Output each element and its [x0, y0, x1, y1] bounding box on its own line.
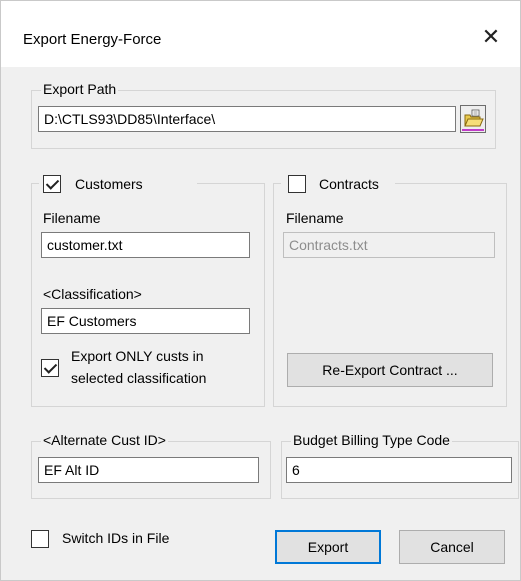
export-path-label: Export Path [41, 81, 119, 97]
contracts-label[interactable]: Contracts [319, 176, 379, 192]
alternate-cust-id-input[interactable]: EF Alt ID [38, 457, 259, 483]
customers-filename-label: Filename [43, 210, 101, 226]
budget-billing-label: Budget Billing Type Code [291, 432, 452, 448]
classification-input[interactable]: EF Customers [41, 308, 250, 334]
customers-checkbox[interactable] [43, 175, 61, 193]
budget-billing-input[interactable]: 6 [286, 457, 512, 483]
export-path-input[interactable]: D:\CTLS93\DD85\Interface\ [38, 106, 456, 132]
classification-label: <Classification> [43, 286, 142, 302]
switch-ids-checkbox[interactable] [31, 530, 49, 548]
alternate-cust-id-label: <Alternate Cust ID> [41, 432, 168, 448]
dialog-title: Export Energy-Force [23, 31, 162, 48]
export-only-label-line2[interactable]: selected classification [71, 370, 206, 386]
contracts-filename-input: Contracts.txt [283, 232, 495, 258]
export-only-label-line1[interactable]: Export ONLY custs in [71, 348, 204, 364]
customers-label[interactable]: Customers [75, 176, 143, 192]
cancel-button[interactable]: Cancel [399, 530, 505, 564]
customers-filename-input[interactable]: customer.txt [41, 232, 250, 258]
switch-ids-label[interactable]: Switch IDs in File [62, 530, 169, 546]
contracts-filename-label: Filename [286, 210, 344, 226]
export-only-checkbox[interactable] [41, 359, 59, 377]
title-bar: Export Energy-Force ✕ [1, 1, 520, 67]
close-icon[interactable]: ✕ [476, 25, 506, 51]
folder-open-icon[interactable] [460, 105, 486, 133]
contracts-checkbox[interactable] [288, 175, 306, 193]
export-energy-force-dialog: Export Energy-Force ✕ Export Path D:\CTL… [0, 0, 521, 581]
export-button[interactable]: Export [275, 530, 381, 564]
reexport-contract-button[interactable]: Re-Export Contract ... [287, 353, 493, 387]
